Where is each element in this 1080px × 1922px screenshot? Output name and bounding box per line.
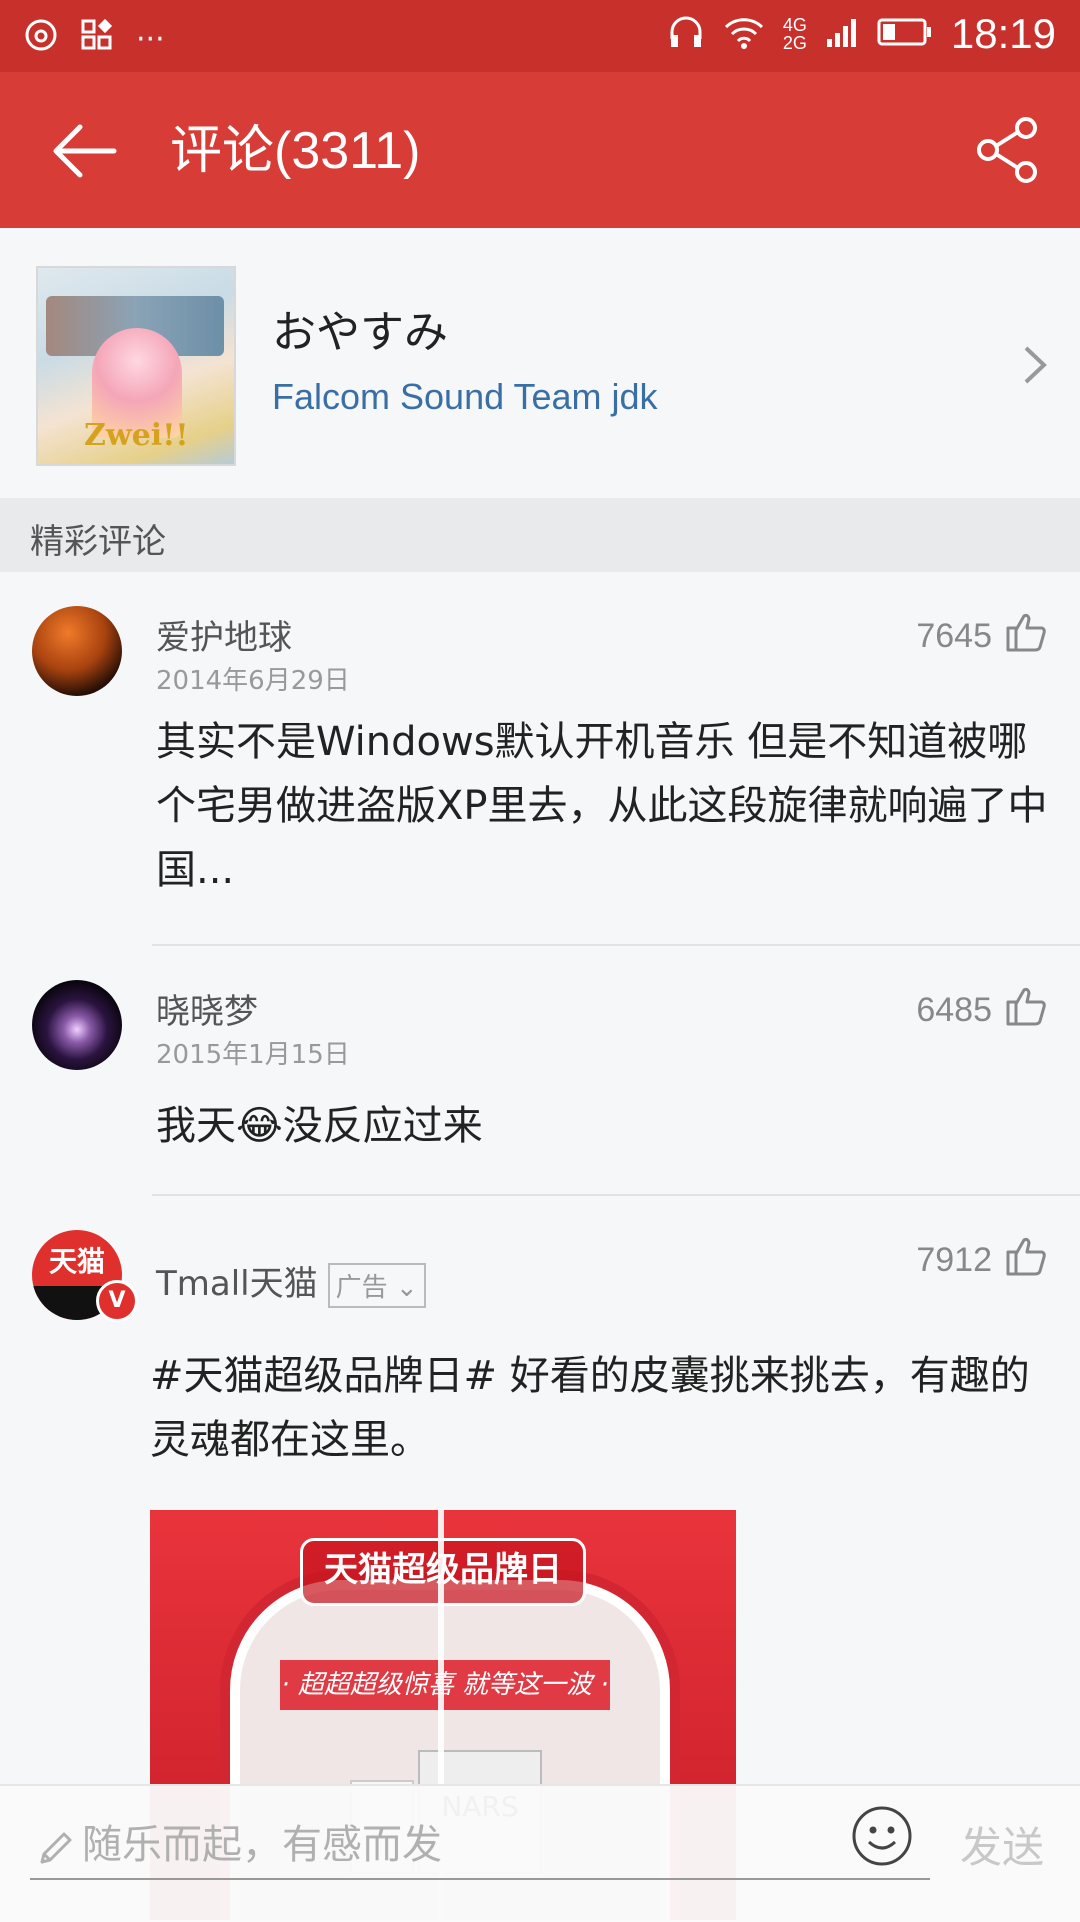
pencil-icon xyxy=(40,1832,72,1864)
avatar[interactable] xyxy=(32,606,122,696)
more-dots-icon: ··· xyxy=(136,21,165,57)
comment-item: 晓晓梦 2015年1月15日 6485 我天😂没反应过来 xyxy=(0,946,1080,1196)
song-header[interactable]: Zwei!! おやすみ Falcom Sound Team jdk xyxy=(0,228,1080,498)
ad-tag[interactable]: 广告 ⌄ xyxy=(327,1263,426,1308)
like-button[interactable]: 7912 xyxy=(916,1234,1048,1287)
comment-username[interactable]: 晓晓梦 xyxy=(156,984,258,1033)
signal-icon xyxy=(825,15,859,53)
comment-text: #天猫超级品牌日# 好看的皮囊挑来挑去，有趣的灵魂都在这里。 xyxy=(150,1353,1030,1463)
chevron-right-icon[interactable] xyxy=(1020,340,1050,390)
comment-input-bar: 发送 xyxy=(0,1784,1080,1922)
comment-username[interactable]: 爱护地球 xyxy=(156,610,292,659)
back-arrow-icon[interactable] xyxy=(50,116,120,186)
comment-text: 我天😂没反应过来 xyxy=(156,1103,483,1149)
ad-slogan: · 超超超级惊喜 就等这一波 · xyxy=(280,1660,610,1710)
thumbs-up-icon xyxy=(1004,984,1048,1037)
section-header: 精彩评论 xyxy=(0,498,1080,572)
comment-date: 2014年6月29日 xyxy=(156,666,350,696)
like-count: 7645 xyxy=(916,617,992,655)
like-button[interactable]: 6485 xyxy=(916,984,1048,1037)
grid-icon xyxy=(80,18,114,60)
section-title: 精彩评论 xyxy=(30,522,166,562)
album-cover-logo: Zwei!! xyxy=(84,418,189,453)
comment-input-wrapper xyxy=(30,1806,930,1880)
avatar-text: 天猫 xyxy=(48,1245,105,1278)
artist-link[interactable]: Falcom Sound Team jdk xyxy=(272,376,658,418)
thumbs-up-icon xyxy=(1004,610,1048,663)
comment-input[interactable] xyxy=(80,1816,844,1874)
emoji-icon[interactable] xyxy=(850,1804,914,1868)
verified-badge: V xyxy=(96,1280,138,1322)
comment-date: 2015年1月15日 xyxy=(156,1040,350,1070)
album-cover[interactable]: Zwei!! xyxy=(36,266,236,466)
comment-item: 爱护地球 2014年6月29日 7645 其实不是Windows默认开机音乐 但… xyxy=(0,572,1080,946)
comment-text: 其实不是Windows默认开机音乐 但是不知道被哪个宅男做进盗版XP里去，从此这… xyxy=(156,719,1048,893)
app-bar: 评论(3311) xyxy=(0,72,1080,228)
netease-music-icon xyxy=(24,18,58,60)
like-button[interactable]: 7645 xyxy=(916,610,1048,663)
status-bar: ··· 4G 2G 18:19 xyxy=(0,0,1080,72)
chevron-down-icon: ⌄ xyxy=(395,1273,418,1303)
network-indicator: 4G 2G xyxy=(782,15,807,53)
send-button[interactable]: 发送 xyxy=(960,1814,1044,1875)
like-count: 6485 xyxy=(916,991,992,1029)
headphone-icon xyxy=(667,13,705,55)
comment-username-row: Tmall天猫 广告 ⌄ xyxy=(156,1256,426,1308)
page-title: 评论(3311) xyxy=(170,122,421,180)
comment-username[interactable]: Tmall天猫 xyxy=(156,1264,318,1304)
clock: 18:19 xyxy=(950,10,1056,57)
avatar[interactable] xyxy=(32,980,122,1070)
battery-icon xyxy=(877,15,933,53)
wifi-icon xyxy=(723,13,765,55)
like-count: 7912 xyxy=(916,1241,992,1279)
song-title: おやすみ xyxy=(272,307,448,358)
thumbs-up-icon xyxy=(1004,1234,1048,1287)
share-icon[interactable] xyxy=(974,116,1042,184)
